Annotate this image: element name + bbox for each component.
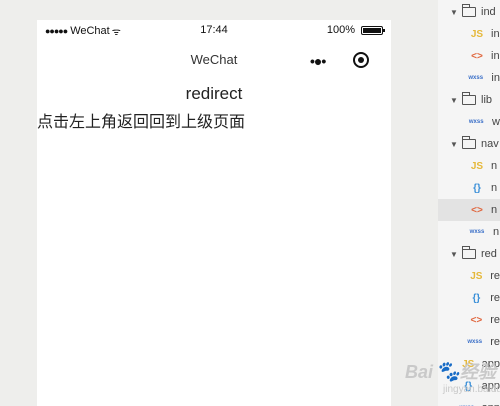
- js-file-icon: JS: [470, 270, 483, 282]
- watermark-suffix: 经验: [459, 362, 496, 382]
- wxml-file-icon: <>: [471, 50, 483, 62]
- tree-item-label: re: [490, 270, 500, 282]
- folder-icon: [462, 4, 476, 17]
- json-file-icon: {}: [473, 182, 481, 194]
- tree-file-wxss[interactable]: wxss in: [438, 67, 500, 89]
- nav-bar: WeChat •●•: [37, 40, 391, 80]
- folder-icon: [462, 136, 476, 149]
- paw-icon: 🐾: [435, 361, 460, 383]
- more-options-icon[interactable]: •●•: [310, 53, 326, 69]
- watermark-brand: Bai: [405, 362, 434, 382]
- baidu-watermark: Bai🐾经验 jingyan.baidu.com: [405, 358, 500, 404]
- tree-file-js[interactable]: JS in: [438, 23, 500, 45]
- tree-file-wxml[interactable]: <> n: [438, 199, 500, 221]
- tree-item-label: w: [492, 116, 500, 128]
- tree-item-label: n: [493, 226, 500, 238]
- tree-file-wxml[interactable]: <> in: [438, 45, 500, 67]
- tree-item-label: ind: [481, 6, 496, 18]
- chevron-down-icon[interactable]: ▼: [450, 140, 460, 149]
- js-file-icon: JS: [470, 160, 484, 172]
- wxss-file-icon: wxss: [469, 229, 485, 235]
- status-right: 100%: [326, 24, 385, 36]
- chevron-down-icon[interactable]: ▼: [450, 96, 460, 105]
- tree-item-label: in: [491, 50, 500, 62]
- js-file-icon: JS: [470, 28, 484, 40]
- watermark-domain: jingyan.baidu.com: [443, 384, 500, 395]
- tree-item-label: in: [491, 28, 500, 40]
- tree-file-js[interactable]: JS n: [438, 155, 500, 177]
- tree-file-json[interactable]: {} n: [438, 177, 500, 199]
- folder-icon: [462, 246, 476, 259]
- tree-item-label: n: [491, 182, 498, 194]
- tree-item-label: re: [490, 292, 500, 304]
- folder-icon: [462, 92, 476, 105]
- tree-file-json[interactable]: {} re: [438, 287, 500, 309]
- battery-percent: 100%: [326, 24, 355, 36]
- tree-folder-lib[interactable]: ▼ lib: [438, 89, 500, 111]
- file-tree-panel: ▼ ind JS in <> in wxss in ▼ lib wxss w ▼ nav JS n {} n <> n…: [438, 0, 500, 406]
- tree-folder-nav[interactable]: ▼ nav: [438, 133, 500, 155]
- tree-item-label: nav: [481, 138, 499, 150]
- battery-fill: [363, 27, 381, 33]
- tree-file-wxss[interactable]: wxss w: [438, 111, 500, 133]
- page-text: 点击左上角返回回到上级页面: [37, 114, 246, 131]
- wxml-file-icon: <>: [470, 314, 483, 326]
- tree-file-wxss[interactable]: wxss n: [438, 221, 500, 243]
- tree-file-wxss[interactable]: wxss re: [438, 331, 500, 353]
- wxss-file-icon: wxss: [468, 119, 484, 125]
- phone-simulator: ●●●●● WeChat ᯤ 17:44 100% WeChat •●• red…: [37, 20, 391, 406]
- chevron-down-icon[interactable]: ▼: [450, 250, 460, 259]
- wxss-file-icon: wxss: [467, 339, 483, 345]
- tree-folder-ind[interactable]: ▼ ind: [438, 1, 500, 23]
- tree-item-label: in: [491, 72, 500, 84]
- tree-item-label: lib: [481, 94, 493, 106]
- tree-item-label: re: [490, 314, 500, 326]
- nav-title: WeChat: [190, 52, 238, 67]
- close-target-icon[interactable]: [353, 52, 369, 68]
- tree-item-label: n: [491, 204, 498, 216]
- tree-folder-red[interactable]: ▼ red: [438, 243, 500, 265]
- json-file-icon: {}: [472, 292, 481, 304]
- battery-icon: [361, 25, 385, 35]
- wxss-file-icon: wxss: [468, 75, 484, 81]
- tree-item-label: n: [491, 160, 498, 172]
- wxml-file-icon: <>: [471, 204, 483, 216]
- tree-item-label: re: [490, 336, 500, 348]
- tree-item-label: red: [481, 248, 497, 260]
- tree-file-wxml[interactable]: <> re: [438, 309, 500, 331]
- page-heading: redirect: [185, 84, 243, 103]
- tree-file-js[interactable]: JS re: [438, 265, 500, 287]
- chevron-down-icon[interactable]: ▼: [450, 8, 460, 17]
- status-bar: ●●●●● WeChat ᯤ 17:44 100%: [37, 20, 391, 40]
